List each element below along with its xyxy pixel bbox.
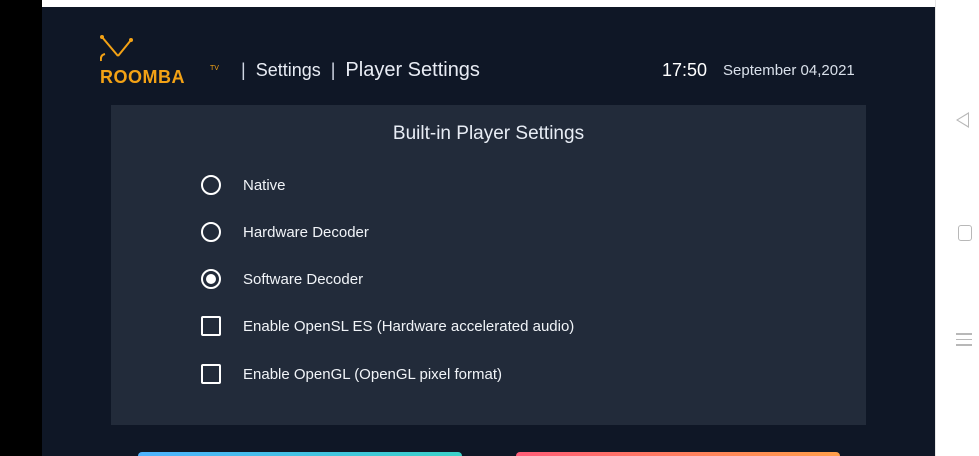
- clock-time: 17:50: [662, 60, 708, 80]
- breadcrumb-separator: |: [330, 60, 336, 80]
- roomba-logo: ROOMBA TV: [100, 35, 220, 95]
- app-screen: ROOMBA TV | Settings | Player Settings 1…: [42, 7, 935, 456]
- primary-action-button[interactable]: [138, 452, 462, 456]
- checkbox-opensl-es[interactable]: [201, 316, 221, 336]
- left-bezel: [0, 0, 42, 456]
- option-label: Enable OpenSL ES (Hardware accelerated a…: [243, 317, 575, 335]
- clock-date: September 04,2021: [723, 62, 855, 79]
- system-navigation-bar: [935, 0, 979, 456]
- option-label: Software Decoder: [243, 270, 364, 288]
- option-hardware-decoder[interactable]: Hardware Decoder: [201, 218, 369, 246]
- option-native[interactable]: Native: [201, 171, 286, 199]
- option-opengl[interactable]: Enable OpenGL (OpenGL pixel format): [201, 360, 502, 388]
- breadcrumb: | Settings | Player Settings: [231, 59, 480, 82]
- option-label: Native: [243, 176, 286, 194]
- back-icon[interactable]: [956, 112, 969, 128]
- checkbox-opengl[interactable]: [201, 364, 221, 384]
- menu-icon[interactable]: [956, 333, 972, 347]
- panel-title: Built-in Player Settings: [392, 123, 585, 144]
- settings-panel: Built-in Player Settings Native Hardware…: [111, 105, 866, 425]
- breadcrumb-settings[interactable]: Settings: [256, 60, 321, 81]
- option-label: Enable OpenGL (OpenGL pixel format): [243, 365, 503, 383]
- logo-text: ROOMBA: [100, 67, 185, 87]
- tv-antenna-logo-icon: [100, 35, 133, 62]
- breadcrumb-separator: |: [241, 60, 246, 80]
- home-icon[interactable]: [958, 225, 972, 241]
- option-opensl-es[interactable]: Enable OpenSL ES (Hardware accelerated a…: [201, 312, 574, 340]
- secondary-action-button[interactable]: [516, 452, 840, 456]
- logo-suffix: TV: [210, 65, 219, 72]
- page-title: Player Settings: [345, 59, 480, 81]
- option-software-decoder[interactable]: Software Decoder: [201, 265, 363, 293]
- radio-software-decoder[interactable]: [201, 269, 221, 289]
- radio-hardware-decoder[interactable]: [201, 222, 221, 242]
- radio-native[interactable]: [201, 175, 221, 195]
- option-label: Hardware Decoder: [243, 223, 369, 241]
